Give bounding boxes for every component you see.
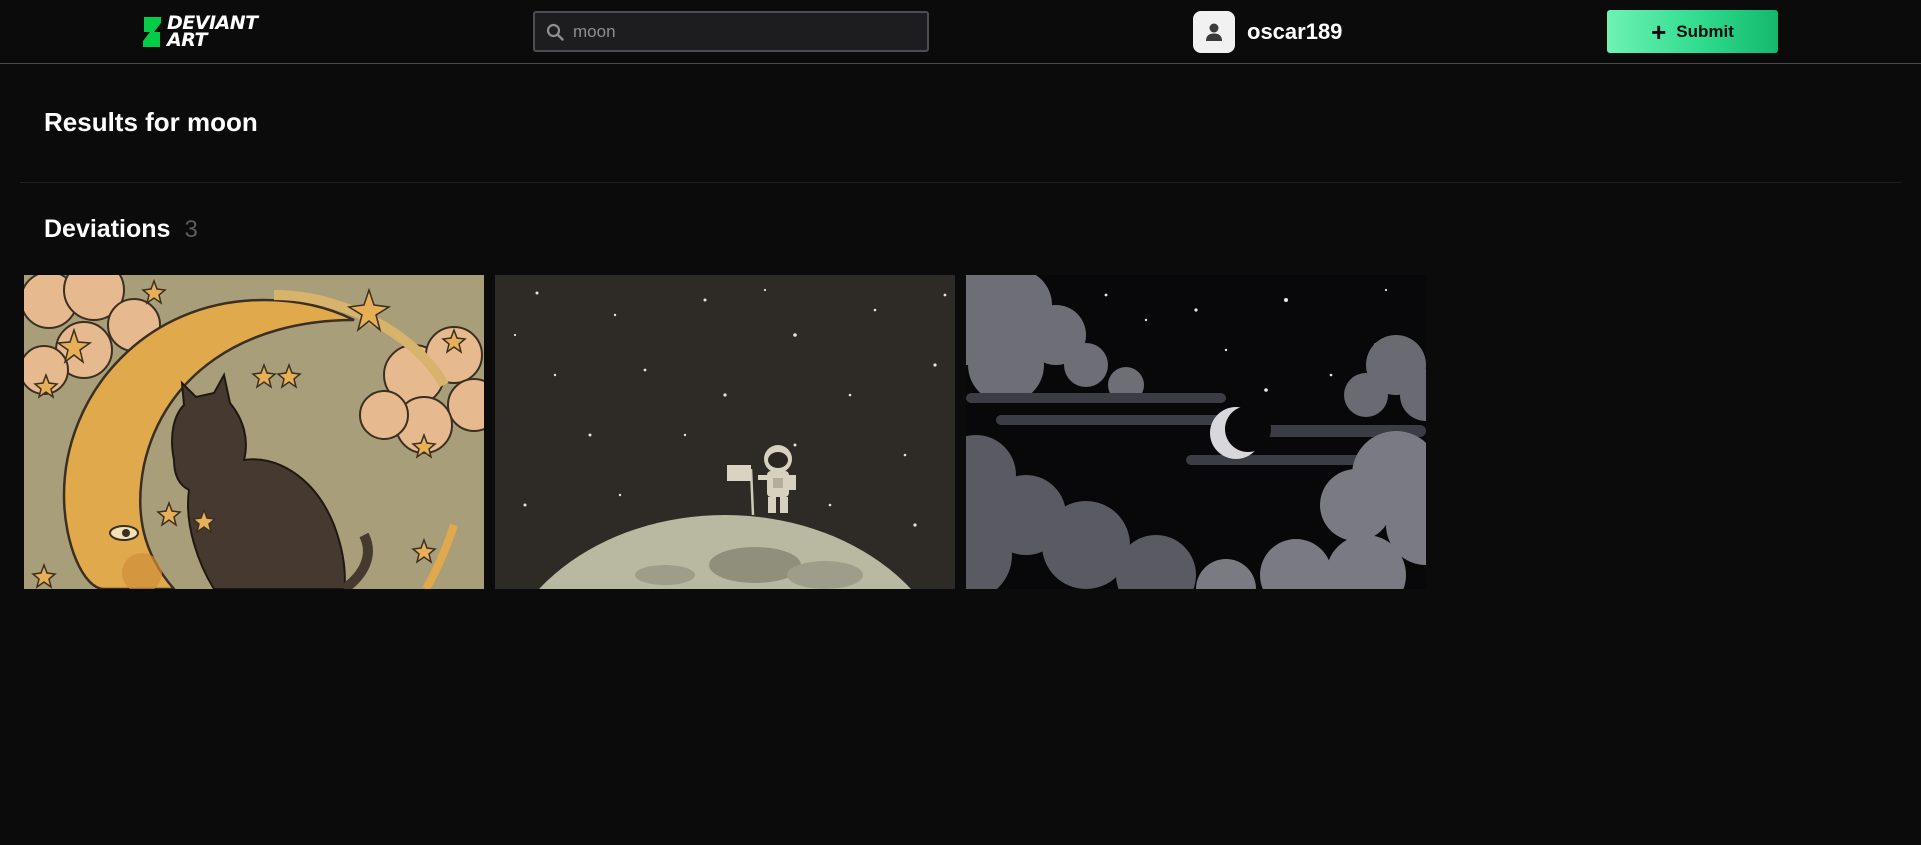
deviations-section-header: Deviations 3 (44, 215, 198, 244)
plus-icon: + (1651, 16, 1667, 47)
search-icon (546, 23, 564, 41)
user-avatar-icon (1206, 23, 1222, 41)
cat-on-crescent-moon-thumbnail[interactable] (24, 275, 484, 589)
astronaut-on-moon-thumbnail[interactable] (495, 275, 955, 589)
deviations-count: 3 (184, 216, 198, 243)
submit-button[interactable]: + Submit (1607, 10, 1778, 53)
divider (20, 182, 1902, 183)
crescent-moon-night-clouds-thumbnail[interactable] (966, 275, 1426, 589)
user-menu[interactable]: oscar189 (1193, 11, 1342, 53)
results-prefix: Results for (44, 107, 180, 137)
submit-label: Submit (1676, 21, 1734, 41)
search-input[interactable] (573, 21, 927, 42)
deviations-title: Deviations (44, 215, 171, 243)
logo-line2: ART (167, 29, 207, 51)
results-heading: Results for moon (44, 107, 258, 138)
deviantart-logo[interactable]: DEVIANT ART (141, 14, 258, 50)
results-query: moon (187, 107, 258, 137)
avatar[interactable] (1193, 11, 1235, 53)
deviantart-logo-icon (143, 17, 161, 47)
top-bar: DEVIANT ART oscar189 + Submit (0, 0, 1921, 64)
username[interactable]: oscar189 (1247, 19, 1342, 45)
search-box[interactable] (533, 11, 929, 52)
